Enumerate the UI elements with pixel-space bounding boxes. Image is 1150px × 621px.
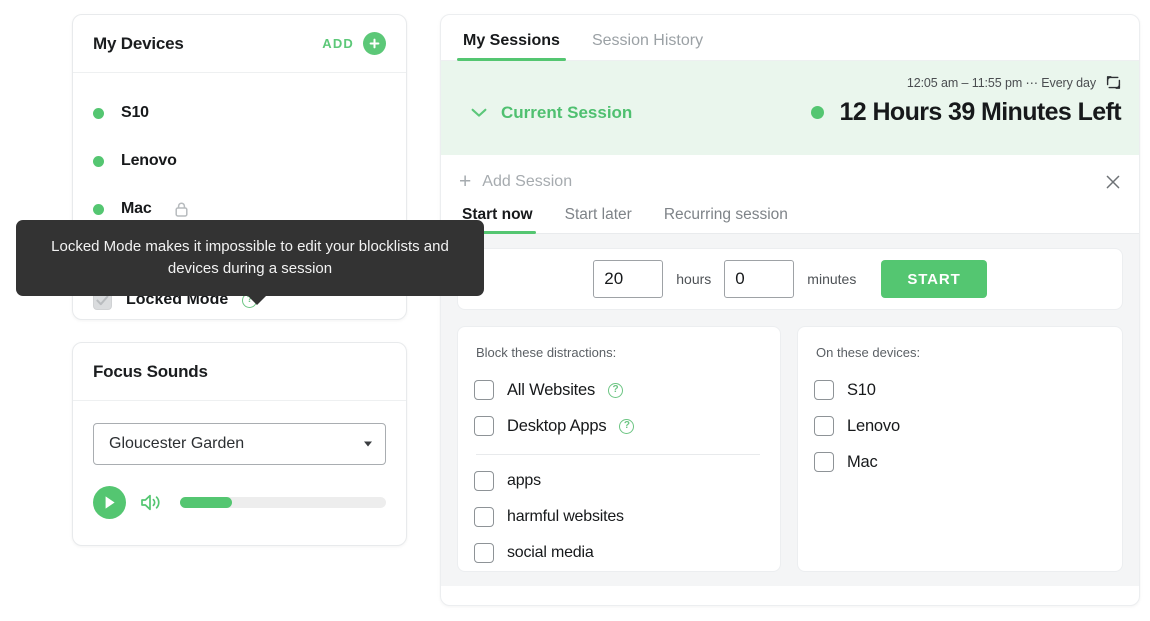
all-websites-checkbox[interactable] [474, 380, 494, 400]
time-left-text: 12 Hours 39 Minutes Left [839, 98, 1122, 126]
chevron-down-icon [471, 108, 487, 118]
focus-sounds-card: Focus Sounds Gloucester Garden [72, 342, 407, 546]
hours-input[interactable] [593, 260, 664, 298]
on-these-devices-card: On these devices: S10 Lenovo Mac [797, 326, 1123, 572]
session-status-dot [810, 106, 824, 119]
current-session-label: Current Session [501, 102, 633, 122]
add-session-row: + Add Session [441, 155, 1139, 192]
sound-select[interactable]: Gloucester Garden [93, 423, 386, 465]
sound-player-controls [93, 486, 386, 519]
checkbox-row-apps[interactable]: apps [474, 463, 762, 499]
session-schedule-text: 12:05 am – 11:55 pm ⋯ Every day [906, 76, 1096, 90]
status-dot [93, 107, 104, 119]
device-s10-label: S10 [847, 380, 876, 399]
current-session-banner: 12:05 am – 11:55 pm ⋯ Every day Current … [441, 61, 1139, 155]
status-dot [93, 203, 104, 215]
plus-circle-icon [363, 32, 386, 55]
harmful-websites-checkbox[interactable] [474, 507, 494, 527]
block-distractions-card: Block these distractions: All Websites ?… [457, 326, 781, 572]
app-root: My Devices ADD S10 Lenovo Mac Locked Mod… [0, 0, 1150, 621]
subtab-recurring-session[interactable]: Recurring session [661, 206, 791, 233]
locked-mode-tooltip: Locked Mode makes it impossible to edit … [16, 220, 484, 305]
add-session-label: Add Session [482, 172, 573, 190]
device-name: Lenovo [121, 152, 177, 169]
volume-slider-fill [180, 497, 232, 508]
sessions-panel: My Sessions Session History 12:05 am – 1… [440, 14, 1140, 606]
lock-icon [174, 202, 188, 217]
device-s10-checkbox[interactable] [814, 380, 834, 400]
checkbox-row-desktop-apps[interactable]: Desktop Apps ? [474, 408, 762, 444]
focus-sounds-title: Focus Sounds [93, 361, 208, 381]
duration-card: hours minutes START [457, 248, 1123, 310]
add-device-label: ADD [322, 36, 354, 51]
device-row-s10[interactable]: S10 [73, 89, 406, 137]
focus-sounds-header: Focus Sounds [73, 343, 406, 401]
social-media-checkbox[interactable] [474, 543, 494, 563]
checkbox-row-device-mac[interactable]: Mac [814, 444, 1104, 480]
start-button[interactable]: START [881, 260, 987, 298]
device-row-lenovo[interactable]: Lenovo [73, 137, 406, 185]
checkbox-row-harmful-websites[interactable]: harmful websites [474, 499, 762, 535]
device-lenovo-label: Lenovo [847, 416, 900, 435]
all-websites-label: All Websites [507, 380, 596, 399]
social-media-label: social media [507, 544, 594, 561]
device-name: S10 [121, 104, 149, 121]
time-left-group: 12 Hours 39 Minutes Left [810, 98, 1122, 127]
minutes-input[interactable] [724, 260, 795, 298]
play-icon[interactable] [93, 486, 126, 519]
tab-session-history[interactable]: Session History [586, 32, 709, 60]
main-tabs: My Sessions Session History [441, 15, 1139, 61]
speaker-icon[interactable] [140, 493, 163, 512]
volume-slider[interactable] [180, 497, 386, 508]
hours-unit-label: hours [676, 271, 712, 287]
focus-sounds-body: Gloucester Garden [73, 401, 406, 545]
apps-label: apps [507, 472, 541, 489]
checkbox-row-device-s10[interactable]: S10 [814, 372, 1104, 408]
device-list: S10 Lenovo Mac [73, 73, 406, 243]
my-devices-header: My Devices ADD [73, 15, 406, 73]
session-summary-row: Current Session 12 Hours 39 Minutes Left [459, 98, 1122, 127]
desktop-apps-checkbox[interactable] [474, 416, 494, 436]
current-session-toggle[interactable]: Current Session [459, 103, 632, 123]
desktop-apps-label: Desktop Apps [507, 416, 607, 435]
device-lenovo-checkbox[interactable] [814, 416, 834, 436]
tab-my-sessions[interactable]: My Sessions [457, 32, 566, 61]
device-mac-label: Mac [847, 452, 878, 471]
repeat-icon[interactable] [1106, 75, 1121, 90]
question-mark-icon[interactable]: ? [608, 382, 624, 398]
divider [476, 454, 760, 455]
plus-icon: + [459, 170, 472, 193]
device-mac-checkbox[interactable] [814, 452, 834, 472]
status-dot [93, 155, 104, 167]
config-columns: Block these distractions: All Websites ?… [457, 326, 1123, 572]
add-device-button[interactable]: ADD [322, 32, 386, 55]
block-distractions-heading: Block these distractions: [476, 345, 617, 360]
close-icon[interactable] [1105, 174, 1121, 190]
session-schedule-row: 12:05 am – 11:55 pm ⋯ Every day [459, 75, 1121, 90]
session-type-subtabs: Start now Start later Recurring session [441, 192, 1139, 234]
apps-checkbox[interactable] [474, 471, 494, 491]
question-mark-icon[interactable]: ? [619, 418, 635, 434]
session-config-body: hours minutes START Block these distract… [441, 234, 1139, 586]
chevron-down-icon [364, 441, 372, 447]
page-title: My Devices [93, 33, 184, 53]
sound-select-value: Gloucester Garden [109, 435, 245, 452]
checkbox-row-all-websites[interactable]: All Websites ? [474, 372, 762, 408]
checkbox-row-device-lenovo[interactable]: Lenovo [814, 408, 1104, 444]
harmful-websites-label: harmful websites [507, 508, 624, 525]
minutes-unit-label: minutes [807, 271, 857, 287]
checkbox-row-social-media[interactable]: social media [474, 535, 762, 571]
device-name: Mac [121, 200, 152, 217]
on-these-devices-heading: On these devices: [816, 345, 921, 360]
add-session-button[interactable]: + Add Session [459, 171, 572, 192]
subtab-start-later[interactable]: Start later [562, 206, 635, 233]
